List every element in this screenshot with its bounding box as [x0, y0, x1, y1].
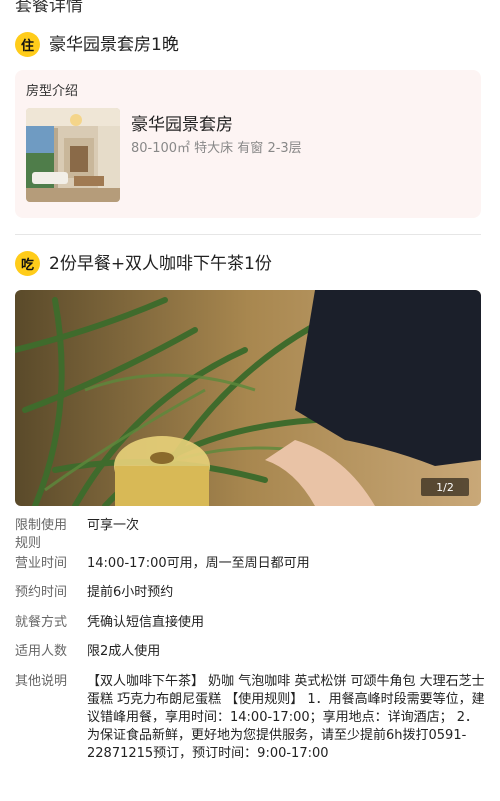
detail-row-applicable-people: 适用人数 限2成人使用: [15, 643, 485, 661]
dining-photo-carousel[interactable]: 1/2: [15, 290, 481, 506]
detail-value: 限2成人使用: [87, 644, 161, 659]
stay-title: 豪华园景套房1晚: [49, 34, 179, 55]
stay-section-header: 住 豪华园景套房1晚: [15, 32, 179, 57]
page-title: 套餐详情: [15, 0, 83, 16]
detail-label: 限制使用规则: [15, 518, 68, 551]
detail-value: 14:00-17:00可用，周一至周日都可用: [87, 556, 310, 571]
detail-row-business-hours: 营业时间 14:00-17:00可用，周一至周日都可用: [15, 555, 485, 573]
detail-label: 其他说明: [15, 674, 68, 689]
room-photo-image: [26, 108, 120, 202]
detail-row-other-notes: 其他说明 【双人咖啡下午茶】 奶咖 气泡咖啡 英式松饼 可颂牛角包 大理石芝士蛋…: [15, 673, 485, 763]
room-name: 豪华园景套房: [131, 115, 233, 135]
room-thumbnail[interactable]: [26, 108, 120, 202]
detail-label: 营业时间: [15, 556, 68, 571]
dining-title: 2份早餐+双人咖啡下午茶1份: [49, 253, 272, 274]
dining-section-header: 吃 2份早餐+双人咖啡下午茶1份: [15, 251, 272, 276]
detail-value: 提前6小时预约: [87, 585, 174, 600]
detail-row-booking-time: 预约时间 提前6小时预约: [15, 584, 485, 602]
detail-value: 可享一次: [87, 518, 140, 533]
detail-value: 凭确认短信直接使用: [87, 615, 205, 630]
dining-badge: 吃: [15, 251, 40, 276]
detail-row-dining-method: 就餐方式 凭确认短信直接使用: [15, 614, 485, 632]
room-specs: 80-100㎡ 特大床 有窗 2-3层: [131, 141, 302, 156]
detail-row-usage-limit: 限制使用规则 可享一次: [15, 517, 485, 553]
detail-label: 预约时间: [15, 585, 68, 600]
photo-counter: 1/2: [421, 478, 469, 496]
room-card[interactable]: 房型介绍 豪华园景套房 80-100㎡ 特大床 有窗 2-3层: [15, 70, 481, 218]
dining-photo-image: [15, 290, 481, 506]
room-card-label: 房型介绍: [26, 84, 79, 99]
detail-label: 适用人数: [15, 644, 68, 659]
detail-value: 【双人咖啡下午茶】 奶咖 气泡咖啡 英式松饼 可颂牛角包 大理石芝士蛋糕 巧克力…: [87, 674, 485, 761]
section-divider: [15, 234, 481, 235]
stay-badge: 住: [15, 32, 40, 57]
detail-label: 就餐方式: [15, 615, 68, 630]
